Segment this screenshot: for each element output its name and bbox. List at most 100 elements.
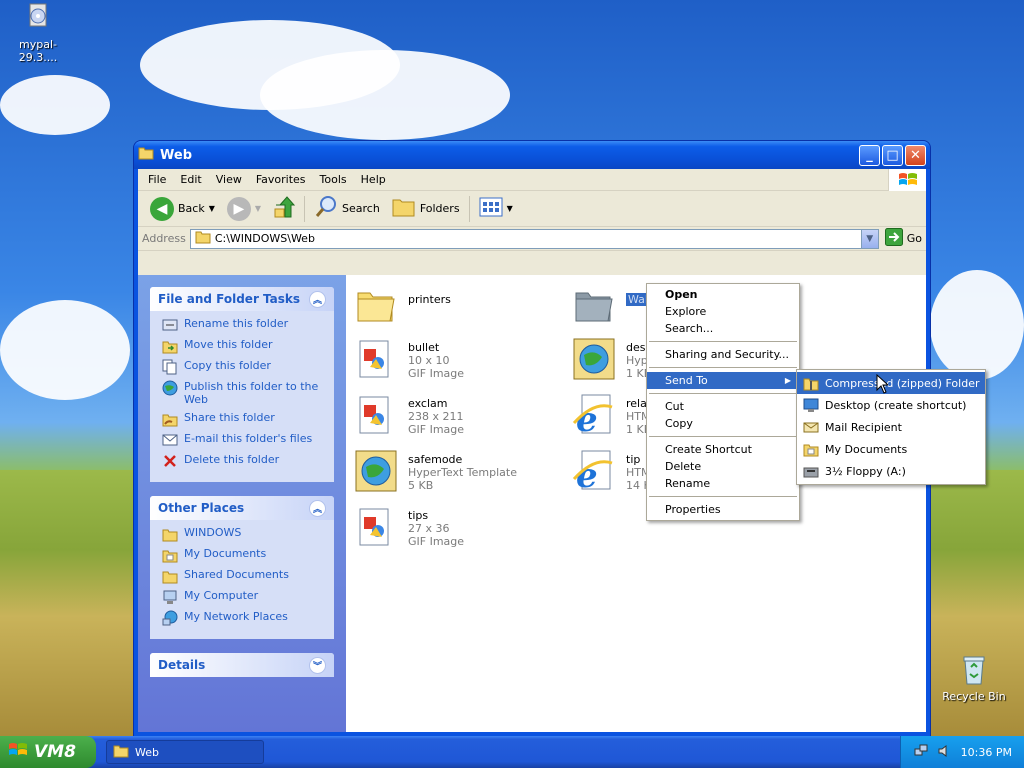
place-label: Shared Documents: [184, 568, 289, 581]
toolbar: ◀ Back ▼ ▶ ▼ Search Folders ▼: [138, 191, 926, 227]
menu-item-properties[interactable]: Properties: [647, 501, 799, 518]
gif-image-icon: [354, 393, 398, 437]
menu-separator: [649, 496, 797, 497]
place-windows[interactable]: WINDOWS: [162, 526, 326, 542]
menu-item-label: 3½ Floppy (A:): [825, 464, 906, 478]
panel-header[interactable]: Details ︾: [150, 653, 334, 677]
go-arrow-icon: [884, 228, 903, 249]
task-label: E-mail this folder's files: [184, 432, 313, 445]
installer-disc-icon: [22, 2, 54, 34]
place-my-computer[interactable]: My Computer: [162, 589, 326, 605]
folder-icon: [572, 283, 616, 327]
menu-edit[interactable]: Edit: [174, 173, 209, 186]
menu-file[interactable]: File: [142, 173, 174, 186]
task-rename-folder[interactable]: Rename this folder: [162, 317, 326, 333]
send-to-floppy[interactable]: 3½ Floppy (A:): [797, 460, 985, 482]
menu-tools[interactable]: Tools: [314, 173, 355, 186]
address-label: Address: [142, 232, 186, 245]
delete-x-icon: [162, 453, 178, 469]
file-type: GIF Image: [408, 367, 465, 380]
address-dropdown-button[interactable]: ▼: [860, 229, 878, 248]
menu-item-explore[interactable]: Explore: [647, 303, 799, 320]
clock[interactable]: 10:36 PM: [961, 746, 1012, 759]
task-label: Share this folder: [184, 411, 275, 424]
desktop-icon-mypal[interactable]: mypal-29.3....: [0, 2, 76, 64]
file-item-printers[interactable]: printers: [354, 283, 451, 327]
cloud: [930, 270, 1024, 380]
floppy-drive-icon: [803, 463, 819, 479]
send-to-compressed-folder[interactable]: Compressed (zipped) Folder: [797, 372, 985, 394]
place-my-network-places[interactable]: My Network Places: [162, 610, 326, 626]
task-email-files[interactable]: E-mail this folder's files: [162, 432, 326, 448]
panel-header[interactable]: File and Folder Tasks ︽: [150, 287, 334, 311]
menu-favorites[interactable]: Favorites: [250, 173, 314, 186]
place-label: My Computer: [184, 589, 259, 602]
gif-image-icon: [354, 505, 398, 549]
panel-title: Details: [158, 658, 206, 672]
task-share-folder[interactable]: Share this folder: [162, 411, 326, 427]
menu-view[interactable]: View: [210, 173, 250, 186]
place-label: WINDOWS: [184, 526, 242, 539]
panel-header[interactable]: Other Places ︽: [150, 496, 334, 520]
back-button[interactable]: ◀ Back ▼: [144, 194, 221, 224]
menu-item-open[interactable]: Open: [647, 286, 799, 303]
collapse-chevron-icon[interactable]: ︽: [309, 290, 326, 308]
chevron-down-icon[interactable]: ▼: [209, 204, 215, 213]
task-copy-folder[interactable]: Copy this folder: [162, 359, 326, 375]
menu-item-sharing-security[interactable]: Sharing and Security...: [647, 346, 799, 363]
menu-item-copy[interactable]: Copy: [647, 415, 799, 432]
file-item-desk[interactable]: desk Hype 1 KB: [572, 337, 655, 381]
file-item-tip[interactable]: e tip HTML 14 K: [572, 449, 657, 496]
menu-item-search[interactable]: Search...: [647, 320, 799, 337]
menu-item-rename[interactable]: Rename: [647, 475, 799, 492]
menu-item-cut[interactable]: Cut: [647, 398, 799, 415]
ie-document-icon: e: [572, 393, 616, 440]
mail-icon: [803, 419, 819, 435]
task-delete-folder[interactable]: Delete this folder: [162, 453, 326, 469]
task-pane: File and Folder Tasks ︽ Rename this fold…: [138, 275, 346, 732]
send-to-mail-recipient[interactable]: Mail Recipient: [797, 416, 985, 438]
menu-item-label: My Documents: [825, 442, 908, 456]
file-item-tips[interactable]: tips 27 x 36 GIF Image: [354, 505, 464, 549]
place-shared-documents[interactable]: Shared Documents: [162, 568, 326, 584]
task-publish-web[interactable]: Publish this folder to the Web: [162, 380, 326, 406]
menu-item-create-shortcut[interactable]: Create Shortcut: [647, 441, 799, 458]
search-button[interactable]: Search: [308, 194, 386, 224]
folders-button[interactable]: Folders: [386, 194, 466, 224]
other-places-panel: Other Places ︽ WINDOWS My Documents Shar…: [150, 496, 334, 639]
menu-help[interactable]: Help: [355, 173, 394, 186]
address-input[interactable]: C:\WINDOWS\Web ▼: [189, 228, 879, 249]
send-to-desktop-shortcut[interactable]: Desktop (create shortcut): [797, 394, 985, 416]
task-move-folder[interactable]: Move this folder: [162, 338, 326, 354]
file-type: GIF Image: [408, 423, 465, 436]
expand-chevron-icon[interactable]: ︾: [309, 656, 326, 674]
cloud: [0, 75, 110, 135]
file-dimensions: 10 x 10: [408, 354, 450, 367]
my-documents-icon: [162, 547, 178, 563]
start-button[interactable]: VM8: [0, 736, 96, 768]
forward-button[interactable]: ▶ ▼: [221, 194, 267, 224]
send-to-my-documents[interactable]: My Documents: [797, 438, 985, 460]
go-button[interactable]: Go: [884, 228, 922, 249]
file-item-bullet[interactable]: bullet 10 x 10 GIF Image: [354, 337, 464, 381]
file-list-area[interactable]: printers Wallpaper bullet10 x 10GIF Imag…: [346, 275, 926, 732]
menu-item-send-to[interactable]: Send To ▶: [647, 372, 799, 389]
taskbar-button-web[interactable]: Web: [106, 740, 264, 764]
tray-network-icon[interactable]: [913, 743, 929, 762]
menu-item-delete[interactable]: Delete: [647, 458, 799, 475]
place-my-documents[interactable]: My Documents: [162, 547, 326, 563]
tray-volume-icon[interactable]: [937, 743, 953, 762]
menu-item-label: Send To: [665, 374, 708, 387]
desktop-icon-recycle-bin[interactable]: Recycle Bin: [936, 654, 1012, 703]
minimize-button[interactable]: _: [859, 144, 880, 166]
file-item-exclam[interactable]: exclam 238 x 211 GIF Image: [354, 393, 464, 437]
maximize-button[interactable]: □: [882, 144, 903, 166]
window-titlebar[interactable]: Web _ □ ✕: [134, 141, 930, 169]
views-button[interactable]: ▼: [473, 194, 519, 224]
up-folder-button[interactable]: [267, 194, 301, 224]
chevron-down-icon: ▼: [254, 204, 262, 213]
collapse-chevron-icon[interactable]: ︽: [309, 499, 326, 517]
address-value: C:\WINDOWS\Web: [214, 232, 315, 245]
file-item-safemode[interactable]: safemode HyperText Template 5 KB: [354, 449, 517, 493]
close-button[interactable]: ✕: [905, 144, 926, 166]
